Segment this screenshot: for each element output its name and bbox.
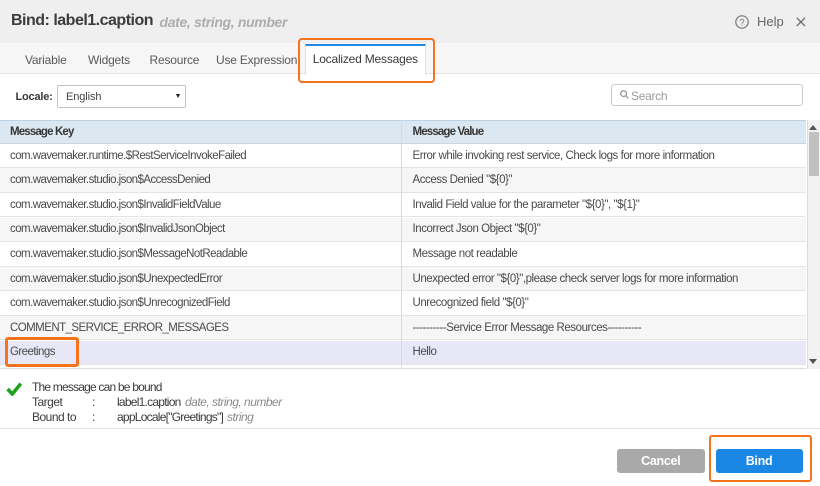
svg-text:?: ? bbox=[739, 18, 744, 29]
